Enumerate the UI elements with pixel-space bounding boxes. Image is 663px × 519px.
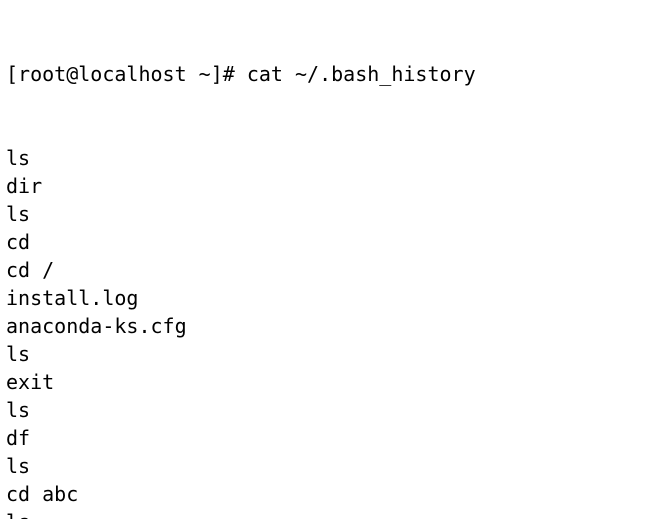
output-line: ls xyxy=(6,508,657,519)
output-line: exit xyxy=(6,368,657,396)
output-line: cd / xyxy=(6,256,657,284)
shell-prompt: [root@localhost ~]# xyxy=(6,62,247,86)
output-line: install.log xyxy=(6,284,657,312)
output-line: cd xyxy=(6,228,657,256)
prompt-line: [root@localhost ~]# cat ~/.bash_history xyxy=(6,60,657,88)
command-text: cat ~/.bash_history xyxy=(247,62,476,86)
output-line: anaconda-ks.cfg xyxy=(6,312,657,340)
output-line: ls xyxy=(6,144,657,172)
output-line: ls xyxy=(6,200,657,228)
output-line: ls xyxy=(6,340,657,368)
terminal-area[interactable]: [root@localhost ~]# cat ~/.bash_history … xyxy=(0,0,663,519)
output-line: cd abc xyxy=(6,480,657,508)
output-line: df xyxy=(6,424,657,452)
output-line: ls xyxy=(6,452,657,480)
output-line: dir xyxy=(6,172,657,200)
command-output: lsdirlscdcd /install.loganaconda-ks.cfgl… xyxy=(6,144,657,519)
output-line: ls xyxy=(6,396,657,424)
